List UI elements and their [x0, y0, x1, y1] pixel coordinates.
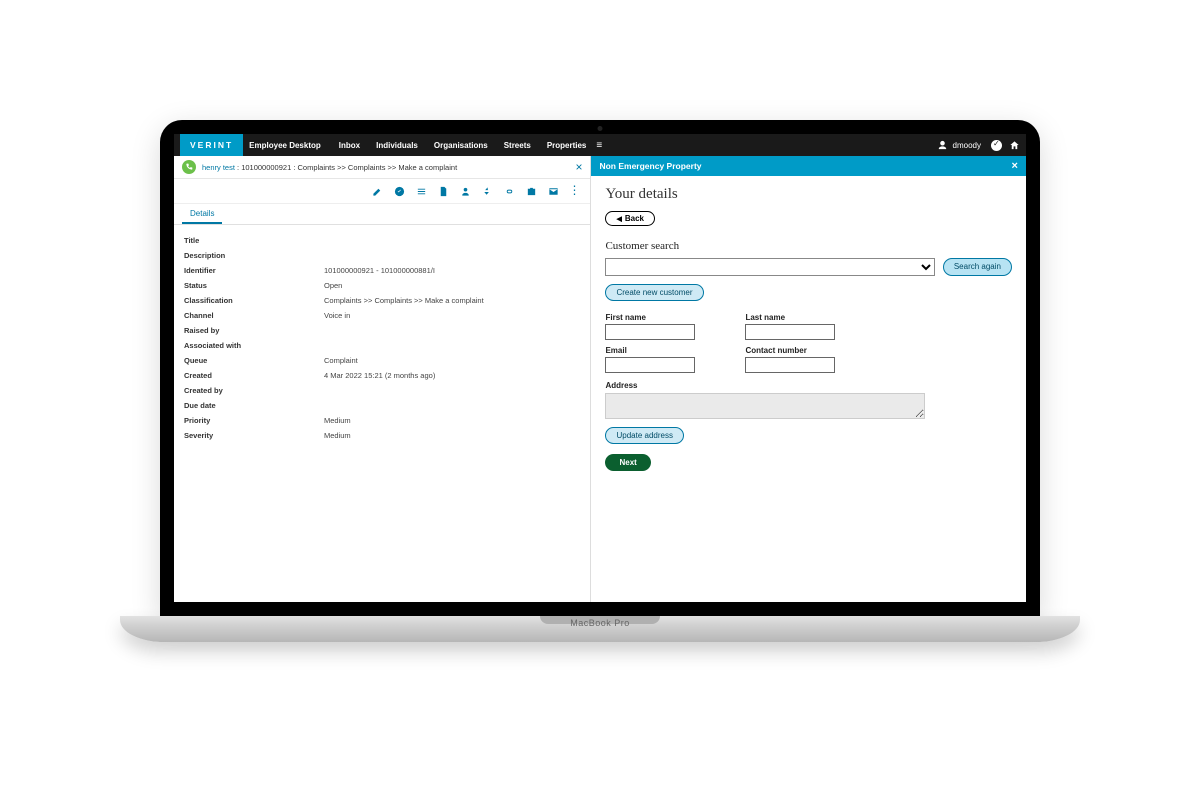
address-textarea[interactable] [605, 393, 925, 419]
email-input[interactable] [605, 357, 695, 373]
label-associated-with: Associated with [184, 341, 324, 350]
topbar: VERINT Employee Desktop Inbox Individual… [174, 134, 1026, 156]
update-address-button[interactable]: Update address [605, 427, 683, 444]
label-channel: Channel [184, 311, 324, 320]
nav-individuals[interactable]: Individuals [376, 141, 418, 150]
create-new-customer-button[interactable]: Create new customer [605, 284, 703, 301]
label-identifier: Identifier [184, 266, 324, 275]
last-name-label: Last name [745, 313, 835, 322]
case-customer-name: henry test [202, 163, 235, 172]
label-due-date: Due date [184, 401, 324, 410]
form-header: Non Emergency Property × [591, 156, 1026, 176]
case-tabs: Details [174, 204, 590, 225]
briefcase-icon[interactable] [524, 184, 538, 198]
label-severity: Severity [184, 431, 324, 440]
value-queue: Complaint [324, 356, 358, 365]
screen-bezel: VERINT Employee Desktop Inbox Individual… [160, 120, 1040, 616]
value-identifier: 101000000921 - 101000000881/I [324, 266, 435, 275]
link-icon[interactable] [502, 184, 516, 198]
customer-search-label: Customer search [605, 240, 1012, 252]
search-again-button[interactable]: Search again [943, 258, 1012, 276]
document-icon[interactable] [436, 184, 450, 198]
customer-search-select[interactable] [605, 258, 934, 276]
form-panel: Non Emergency Property × Your details Ba… [591, 156, 1026, 602]
nav-organisations[interactable]: Organisations [434, 141, 488, 150]
first-name-label: First name [605, 313, 695, 322]
user-icon [937, 139, 949, 151]
contact-number-label: Contact number [745, 346, 835, 355]
case-path: : 101000000921 : Complaints >> Complaint… [235, 163, 457, 172]
home-icon[interactable] [1008, 139, 1020, 151]
label-classification: Classification [184, 296, 324, 305]
label-raised-by: Raised by [184, 326, 324, 335]
app-name: Employee Desktop [249, 141, 321, 150]
tab-details[interactable]: Details [182, 204, 222, 224]
label-description: Description [184, 251, 324, 260]
app-screen: VERINT Employee Desktop Inbox Individual… [174, 134, 1026, 602]
case-toolbar: ⋮ [174, 179, 590, 204]
nav-streets[interactable]: Streets [504, 141, 531, 150]
value-status: Open [324, 281, 342, 290]
case-panel: henry test : 101000000921 : Complaints >… [174, 156, 591, 602]
list-icon[interactable] [414, 184, 428, 198]
nav-inbox[interactable]: Inbox [339, 141, 360, 150]
value-classification: Complaints >> Complaints >> Make a compl… [324, 296, 484, 305]
edit-icon[interactable] [370, 184, 384, 198]
back-button[interactable]: Back [605, 211, 655, 226]
next-button[interactable]: Next [605, 454, 650, 471]
value-priority: Medium [324, 416, 351, 425]
label-title: Title [184, 236, 324, 245]
label-created-by: Created by [184, 386, 324, 395]
brand-logo[interactable]: VERINT [180, 134, 243, 156]
label-priority: Priority [184, 416, 324, 425]
laptop-base: MacBook Pro [120, 616, 1080, 642]
last-name-input[interactable] [745, 324, 835, 340]
check-circle-icon[interactable] [991, 140, 1002, 151]
label-created: Created [184, 371, 324, 380]
label-status: Status [184, 281, 324, 290]
case-header: henry test : 101000000921 : Complaints >… [174, 156, 590, 179]
phone-icon [182, 160, 196, 174]
close-panel-icon[interactable]: × [575, 160, 582, 174]
content-split: henry test : 101000000921 : Complaints >… [174, 156, 1026, 602]
more-icon[interactable]: ⋮ [568, 184, 580, 198]
nav-overflow-icon[interactable]: ≡ [596, 140, 602, 151]
form-title: Non Emergency Property [599, 161, 701, 171]
nav-properties[interactable]: Properties [547, 141, 587, 150]
confirm-icon[interactable] [392, 184, 406, 198]
contact-number-input[interactable] [745, 357, 835, 373]
email-label: Email [605, 346, 695, 355]
user-outline-icon[interactable] [458, 184, 472, 198]
camera-dot [598, 126, 603, 131]
value-created: 4 Mar 2022 15:21 (2 months ago) [324, 371, 435, 380]
mail-icon[interactable] [546, 184, 560, 198]
case-breadcrumb[interactable]: henry test : 101000000921 : Complaints >… [202, 163, 457, 172]
first-name-input[interactable] [605, 324, 695, 340]
branch-icon[interactable] [480, 184, 494, 198]
username: dmoody [953, 141, 981, 150]
primary-nav: Inbox Individuals Organisations Streets … [339, 141, 587, 150]
user-menu[interactable]: dmoody [937, 139, 981, 151]
value-severity: Medium [324, 431, 351, 440]
section-heading: Your details [605, 186, 1012, 203]
details-section: Title Description Identifier101000000921… [174, 225, 590, 451]
laptop-label: MacBook Pro [120, 618, 1080, 628]
label-queue: Queue [184, 356, 324, 365]
address-label: Address [605, 381, 1012, 390]
close-form-icon[interactable]: × [1012, 160, 1018, 172]
laptop-mockup: VERINT Employee Desktop Inbox Individual… [160, 120, 1040, 680]
value-channel: Voice in [324, 311, 350, 320]
your-details-form: Your details Back Customer search Search… [591, 176, 1026, 481]
